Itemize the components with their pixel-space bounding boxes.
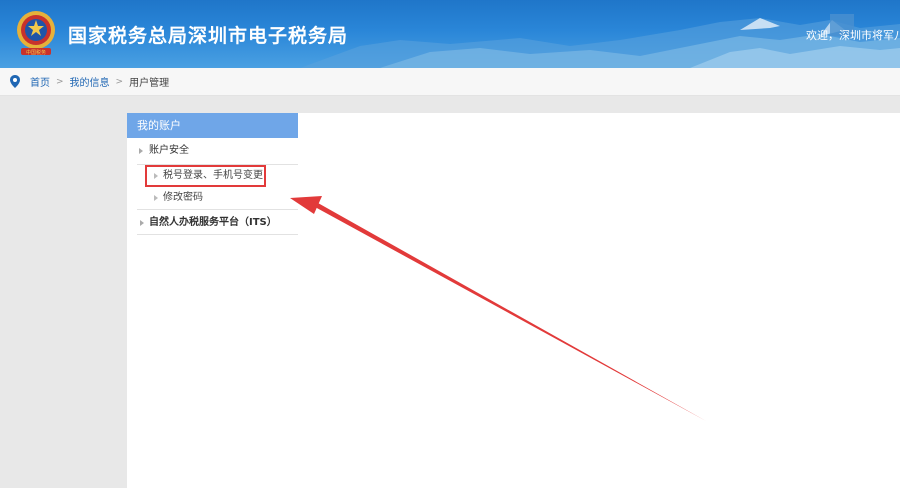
sidebar-title: 我的账户	[127, 113, 298, 138]
menu-item-change-password[interactable]: 修改密码	[127, 187, 298, 209]
expand-triangle-icon	[140, 220, 144, 226]
menu-group-account-security[interactable]: 账户安全	[127, 138, 298, 164]
header-banner: 中国税务 国家税务总局深圳市电子税务局 欢迎，深圳市将军八	[0, 0, 900, 68]
menu-group-label: 自然人办税服务平台（ITS）	[149, 217, 277, 228]
menu-item-label: 修改密码	[163, 192, 203, 203]
annotation-highlight-box	[145, 165, 266, 187]
breadcrumb: 首页 > 我的信息 > 用户管理	[0, 68, 900, 96]
breadcrumb-current: 用户管理	[129, 78, 170, 89]
breadcrumb-separator: >	[56, 76, 64, 87]
breadcrumb-my-info-link[interactable]: 我的信息	[70, 74, 110, 89]
welcome-text: 欢迎，深圳市将军八	[806, 29, 900, 42]
location-pin-icon	[10, 75, 20, 88]
bullet-triangle-icon	[154, 195, 158, 201]
expand-triangle-icon	[139, 148, 143, 154]
menu-group-its-platform[interactable]: 自然人办税服务平台（ITS）	[137, 209, 298, 235]
menu-group-label: 账户安全	[149, 145, 189, 156]
svg-text:中国税务: 中国税务	[26, 49, 46, 56]
tax-emblem-logo: 中国税务	[13, 8, 59, 58]
site-title: 国家税务总局深圳市电子税务局	[68, 25, 349, 47]
breadcrumb-separator: >	[115, 76, 124, 87]
breadcrumb-home-link[interactable]: 首页	[30, 74, 50, 89]
